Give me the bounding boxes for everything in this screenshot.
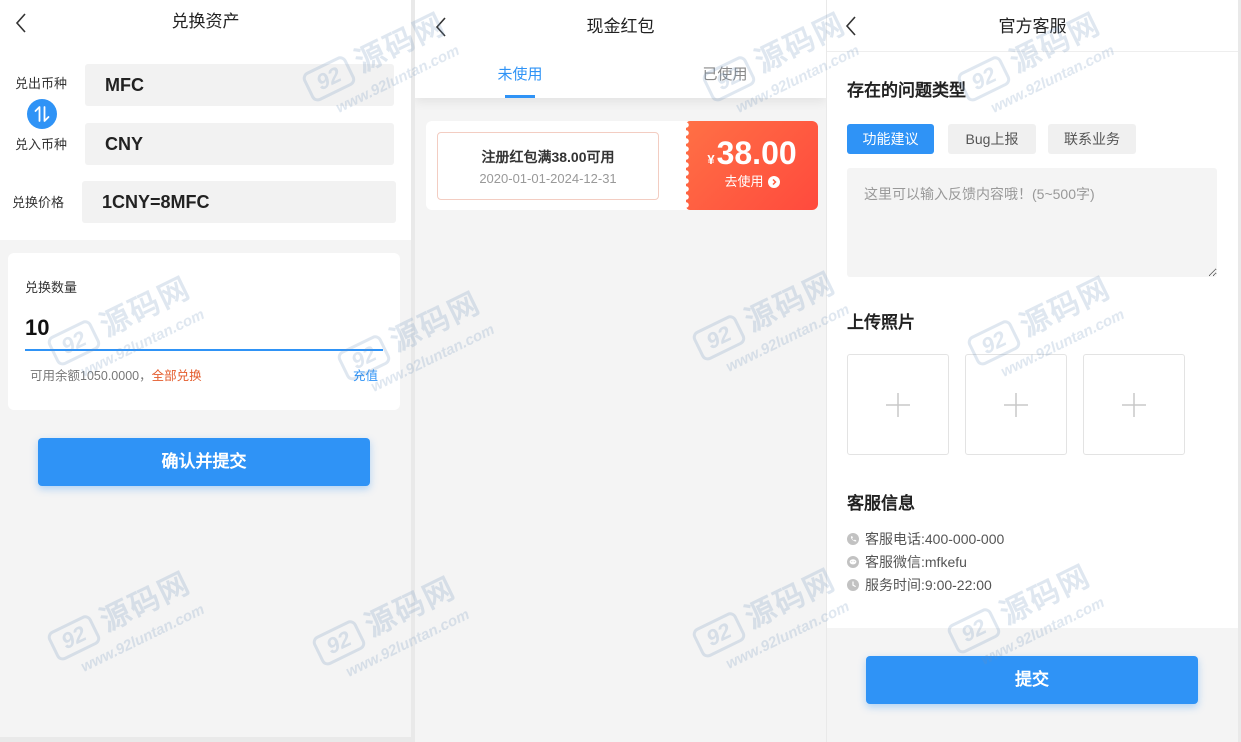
upload-slot[interactable] [1083,354,1185,455]
swap-icon [34,106,50,122]
balance-separator: ， [139,369,152,383]
tab-indicator [505,95,535,98]
swap-button[interactable] [27,99,57,129]
wechat-icon [847,556,859,568]
use-coupon-button[interactable]: ¥38.00 去使用 [686,121,818,210]
support-info-heading: 客服信息 [847,494,915,513]
page-title: 现金红包 [586,17,655,36]
balance-label: 可用余额 [30,369,81,383]
clock-icon [847,579,859,591]
plus-icon [1004,393,1028,417]
upload-slot[interactable] [965,354,1067,455]
arrow-right-circle-icon [767,176,780,188]
red-packet-screen: 现金红包 未使用 已使用 注册红包满38.00可用 2020-01-01-202… [415,0,826,742]
to-currency-field[interactable]: CNY [85,123,394,165]
support-phone: 客服电话:400-000-000 [865,531,1005,547]
tab-unused[interactable]: 未使用 [480,64,560,98]
coupon-name: 注册红包满38.00可用 [481,149,615,165]
exchange-all-link[interactable]: 全部兑换 [152,369,202,383]
amount-card: 兑换数量 可用余额1050.0000，全部兑换 充值 [8,253,400,410]
amount-underline [25,349,383,351]
exchange-screen: 兑换资产 兑出币种 MFC 兑入币种 CNY 兑换价格 1CNY=8MFC 兑换… [0,0,411,737]
upload-heading: 上传照片 [847,313,915,332]
issue-type-feature[interactable]: 功能建议 [847,124,934,154]
issue-type-heading: 存在的问题类型 [847,81,966,100]
page-title: 兑换资产 [171,12,240,31]
phone-icon [847,533,859,545]
support-wechat: 客服微信:mfkefu [865,554,967,570]
coupon-card: 注册红包满38.00可用 2020-01-01-2024-12-31 ¥38.0… [426,121,818,210]
balance-row: 可用余额1050.0000，全部兑换 [30,367,202,385]
use-label: 去使用 [724,174,764,189]
issue-type-bug[interactable]: Bug上报 [948,124,1036,154]
coupon-info: 注册红包满38.00可用 2020-01-01-2024-12-31 [437,132,659,200]
upload-slot[interactable] [847,354,949,455]
price-value: 1CNY=8MFC [82,181,396,223]
tab-used[interactable]: 已使用 [685,64,765,98]
plus-icon [886,393,910,417]
tab-label: 已使用 [702,66,748,83]
currency-symbol: ¥ [707,152,715,167]
from-currency-label: 兑出币种 [15,76,68,91]
header-divider [827,51,1238,52]
amount-input[interactable] [25,313,383,343]
amount-label: 兑换数量 [25,280,78,295]
page-title: 官方客服 [998,17,1067,36]
from-currency-field[interactable]: MFC [85,64,394,106]
issue-type-business[interactable]: 联系业务 [1048,124,1136,154]
recharge-link[interactable]: 充值 [353,367,378,385]
plus-icon [1122,393,1146,417]
use-action: 去使用 [686,173,818,191]
confirm-submit-button[interactable]: 确认并提交 [38,438,370,486]
feedback-textarea[interactable] [847,168,1217,277]
amount-value: 38.00 [716,135,797,171]
balance-value: 1050.0000 [80,369,140,383]
coupon-validity: 2020-01-01-2024-12-31 [479,171,617,186]
to-currency-label: 兑入币种 [15,137,68,152]
price-label: 兑换价格 [12,195,65,210]
submit-feedback-button[interactable]: 提交 [866,656,1198,704]
tab-label: 未使用 [497,66,543,83]
support-screen: 官方客服 存在的问题类型 功能建议 Bug上报 联系业务 上传照片 客服信息 客… [827,0,1238,742]
support-hours: 服务时间:9:00-22:00 [865,577,992,593]
